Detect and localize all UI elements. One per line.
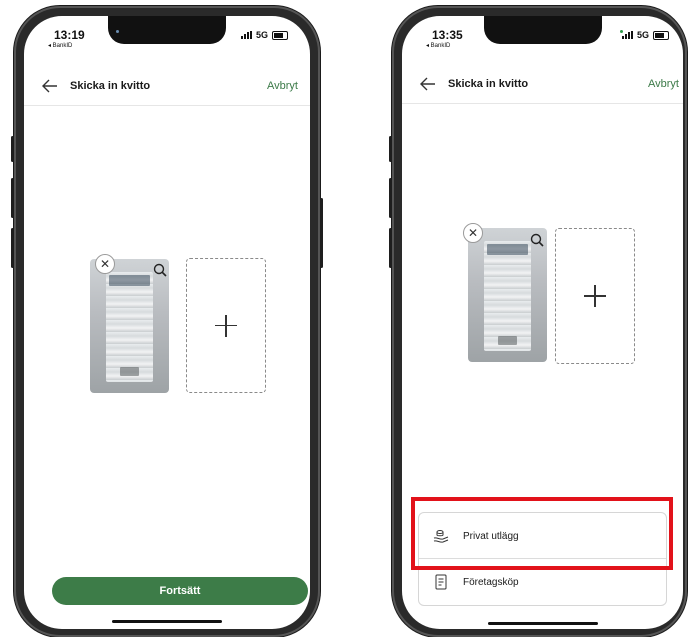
notch [483,16,602,44]
back-arrow-icon[interactable] [420,77,436,91]
option-label: Företagsköp [463,576,519,588]
network-label: 5G [636,30,649,40]
add-photo-slot[interactable] [186,258,266,393]
receipt-thumbnail[interactable] [90,259,169,393]
remove-photo-button[interactable]: ✕ [95,254,115,274]
cancel-link[interactable]: Avbryt [267,80,298,92]
power-button [320,198,323,268]
receipt-image [483,241,532,352]
signal-icon [621,31,633,39]
volume-button [389,178,392,218]
highlight-box [411,497,673,570]
phone-frame-left: 13:19 ◂ BankID 5G Skicka in kvitto Avbry… [11,6,323,637]
receipt-document-icon [435,574,447,590]
plus-icon [215,314,237,337]
continue-button[interactable]: Fortsätt [52,577,308,605]
plus-icon [584,285,606,307]
remove-photo-button[interactable]: ✕ [463,223,483,243]
status-back-app[interactable]: ◂ BankID [48,42,72,49]
network-label: 5G [255,30,268,40]
status-indicators: 5G [621,30,669,40]
volume-button [11,178,14,218]
close-icon: ✕ [99,257,111,271]
page-title: Skicka in kvitto [70,80,151,92]
app-header: Skicka in kvitto Avbryt [24,69,310,106]
status-time: 13:35 [432,28,463,42]
status-time: 13:19 [54,28,85,42]
home-indicator [112,620,222,623]
status-indicators: 5G [240,30,288,40]
back-arrow-icon[interactable] [42,79,58,93]
volume-button [11,228,14,268]
phone-screen: 13:19 ◂ BankID 5G Skicka in kvitto Avbry… [24,16,310,629]
add-photo-slot[interactable] [555,228,635,364]
receipt-thumbnail[interactable] [468,228,547,362]
receipt-image [105,272,154,383]
zoom-icon[interactable] [153,263,167,277]
page-title: Skicka in kvitto [448,78,529,90]
zoom-icon[interactable] [530,233,544,247]
battery-icon [653,30,669,40]
signal-icon [240,31,252,39]
notch [108,16,226,44]
status-back-app[interactable]: ◂ BankID [426,42,450,49]
app-header: Skicka in kvitto Avbryt [402,67,683,104]
volume-button [389,228,392,268]
indicator-dot [116,30,119,33]
volume-button [389,136,392,162]
home-indicator [487,622,598,625]
cancel-link[interactable]: Avbryt [648,78,679,90]
battery-icon [272,30,288,40]
volume-button [11,136,14,162]
close-icon: ✕ [467,226,479,240]
